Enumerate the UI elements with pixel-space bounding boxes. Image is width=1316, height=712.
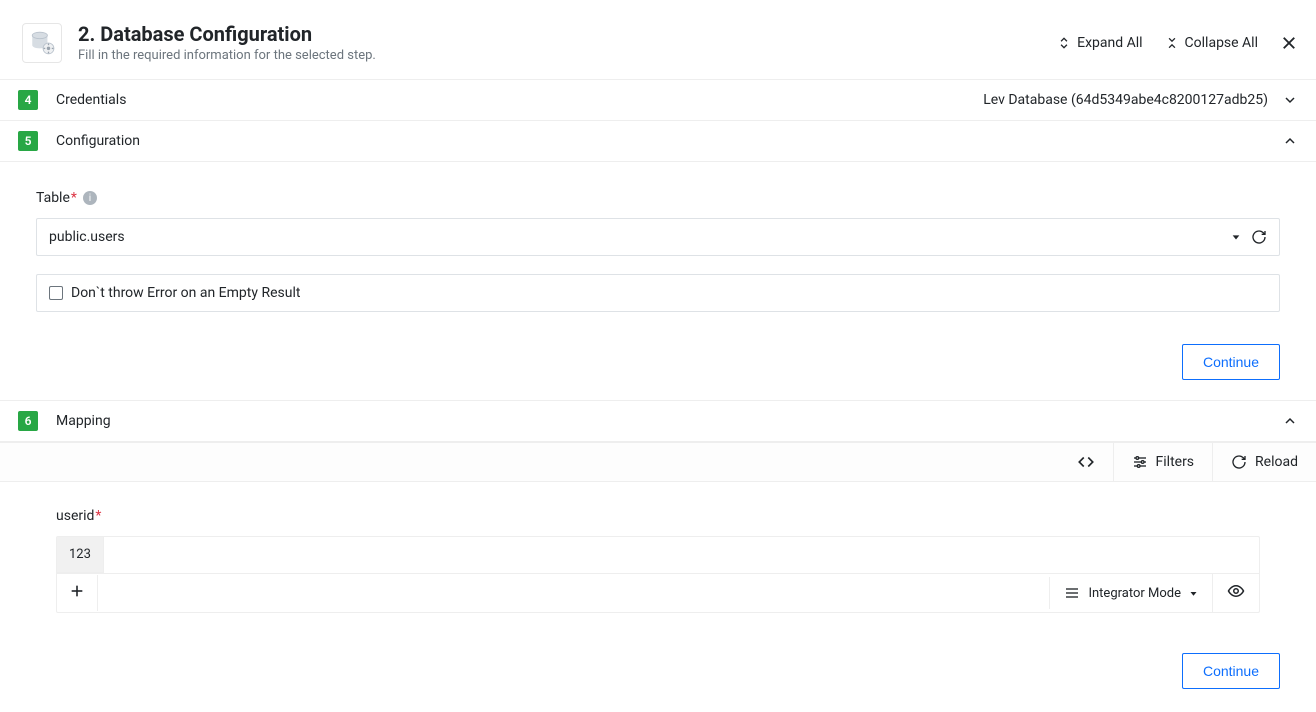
chevron-up-icon: [1282, 413, 1298, 429]
error-empty-checkbox-row[interactable]: Don`t throw Error on an Empty Result: [36, 274, 1280, 312]
chevron-down-icon: [1282, 92, 1298, 108]
table-select[interactable]: public.users: [36, 218, 1280, 256]
database-icon: [22, 23, 62, 63]
collapse-all-button[interactable]: Collapse All: [1165, 35, 1258, 51]
eye-icon: [1227, 582, 1245, 600]
close-icon: [1280, 34, 1298, 52]
add-mapping-button[interactable]: [57, 575, 98, 611]
mapping-continue-button[interactable]: Continue: [1182, 653, 1280, 689]
section-mapping-header[interactable]: 6 Mapping: [0, 400, 1316, 442]
table-value: public.users: [49, 229, 1231, 245]
integrator-mode-select[interactable]: Integrator Mode: [1049, 577, 1212, 609]
userid-value-pill[interactable]: 123: [57, 537, 104, 573]
section-credentials-header[interactable]: 4 Credentials Lev Database (64d5349abe4c…: [0, 80, 1316, 121]
userid-label: userid*: [56, 508, 1260, 524]
page-header: 2. Database Configuration Fill in the re…: [0, 0, 1316, 80]
integrator-mode-label: Integrator Mode: [1088, 586, 1181, 601]
expand-all-label: Expand All: [1077, 35, 1142, 51]
collapse-all-label: Collapse All: [1185, 35, 1258, 51]
mapping-toolbar: Filters Reload: [0, 442, 1316, 482]
list-icon: [1064, 585, 1080, 601]
userid-input[interactable]: 123 Integrator Mode: [56, 536, 1260, 613]
step-badge-6: 6: [18, 411, 38, 431]
caret-down-icon: [1231, 232, 1241, 242]
info-icon[interactable]: i: [83, 191, 97, 205]
configuration-continue-button[interactable]: Continue: [1182, 344, 1280, 380]
collapse-icon: [1165, 36, 1179, 50]
credentials-value: Lev Database (64d5349abe4c8200127adb25): [983, 92, 1268, 108]
reload-label: Reload: [1255, 454, 1298, 470]
chevron-up-icon: [1282, 133, 1298, 149]
page-title: 2. Database Configuration: [78, 22, 1057, 46]
configuration-title: Configuration: [56, 133, 1282, 149]
expand-all-button[interactable]: Expand All: [1057, 35, 1142, 51]
preview-button[interactable]: [1212, 574, 1259, 612]
step-badge-5: 5: [18, 131, 38, 151]
configuration-body: Table* i public.users Don`t throw Error …: [0, 162, 1316, 344]
refresh-icon[interactable]: [1251, 229, 1267, 245]
expand-icon: [1057, 36, 1071, 50]
page-subtitle: Fill in the required information for the…: [78, 48, 1057, 63]
plus-icon: [69, 583, 85, 599]
code-icon: [1077, 453, 1095, 471]
required-asterisk: *: [71, 190, 77, 206]
caret-down-icon: [1189, 589, 1198, 598]
close-button[interactable]: [1280, 34, 1298, 52]
reload-icon: [1231, 454, 1247, 470]
checkbox-label: Don`t throw Error on an Empty Result: [71, 285, 300, 301]
sliders-icon: [1132, 454, 1148, 470]
code-toggle-button[interactable]: [1059, 443, 1113, 481]
checkbox-icon[interactable]: [49, 286, 63, 300]
credentials-title: Credentials: [56, 92, 983, 108]
required-asterisk: *: [95, 508, 101, 524]
mapping-title: Mapping: [56, 413, 1282, 429]
mapping-body: userid* 123 Integrator Mode: [0, 482, 1316, 621]
reload-button[interactable]: Reload: [1212, 443, 1316, 481]
table-label: Table* i: [36, 190, 1280, 206]
section-configuration-header[interactable]: 5 Configuration: [0, 121, 1316, 162]
step-badge-4: 4: [18, 90, 38, 110]
filters-label: Filters: [1156, 454, 1195, 470]
filters-button[interactable]: Filters: [1113, 443, 1213, 481]
